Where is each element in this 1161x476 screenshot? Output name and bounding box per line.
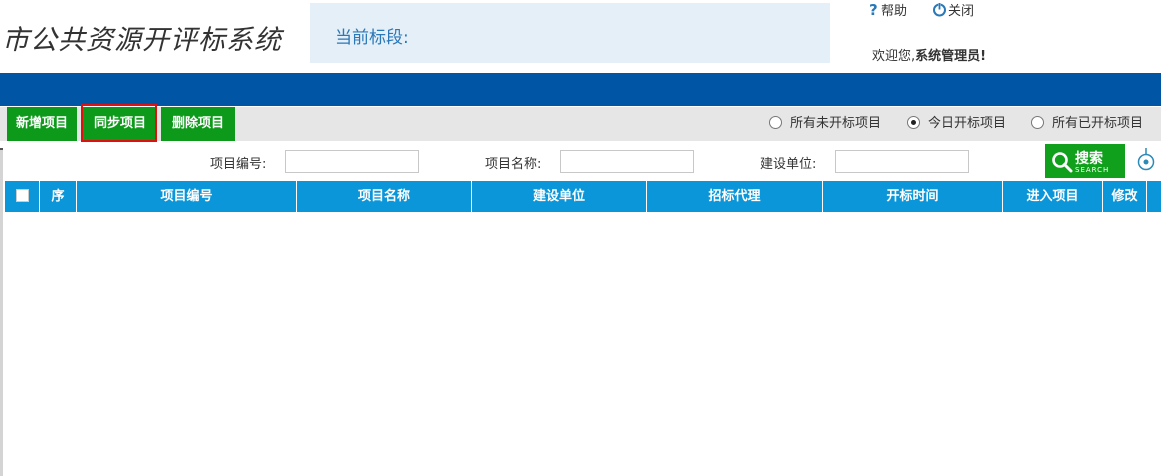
system-title: 市公共资源开评标系统 [2, 25, 282, 56]
col-project-code[interactable]: 项目编号 [77, 181, 297, 212]
col-enter-project[interactable]: 进入项目 [1003, 181, 1103, 212]
filter-all-unopened[interactable]: 所有未开标项目 [769, 107, 881, 141]
help-label: 帮助 [881, 4, 908, 19]
search-button-label: 搜索 [1075, 151, 1103, 167]
current-stage-label: 当前标段: [335, 28, 409, 48]
construction-unit-label: 建设单位: [760, 157, 817, 172]
add-project-button[interactable]: 新增项目 [7, 107, 77, 141]
search-button-sublabel: SEARCH [1075, 166, 1110, 174]
col-opening-time[interactable]: 开标时间 [823, 181, 1003, 212]
current-stage-panel: 当前标段: [310, 3, 830, 63]
help-icon: ? [868, 1, 880, 21]
checkbox-icon [15, 189, 29, 202]
select-all-checkbox[interactable] [5, 181, 40, 212]
sync-project-button[interactable]: 同步项目 [83, 107, 157, 141]
filter-all-opened[interactable]: 所有已开标项目 [1031, 107, 1143, 141]
current-user: 系统管理员! [915, 49, 987, 64]
search-button[interactable]: 搜索 SEARCH [1045, 144, 1125, 178]
search-icon [1051, 151, 1073, 177]
top-header: 市公共资源开评标系统 当前标段: ? 帮助 关闭 欢迎您,系统管理员! [0, 0, 1161, 73]
close-label: 关闭 [948, 4, 975, 19]
close-link[interactable]: 关闭 [932, 0, 974, 21]
filter-label: 今日开标项目 [928, 116, 1007, 131]
project-name-label: 项目名称: [485, 157, 542, 172]
project-name-input[interactable] [560, 150, 694, 173]
col-index[interactable]: 序 [40, 181, 77, 212]
search-row: 项目编号: 项目名称: 建设单位: 搜索 SEARCH [0, 143, 1161, 181]
welcome-prefix: 欢迎您, [872, 49, 916, 64]
radio-unselected-icon [1031, 116, 1044, 129]
nav-bar [0, 73, 1161, 106]
filter-label: 所有已开标项目 [1052, 116, 1144, 131]
project-code-label: 项目编号: [210, 157, 267, 172]
target-icon[interactable] [1136, 148, 1156, 180]
radio-unselected-icon [769, 116, 782, 129]
project-code-input[interactable] [285, 150, 419, 173]
delete-project-button[interactable]: 删除项目 [161, 107, 235, 141]
filter-today-opening[interactable]: 今日开标项目 [907, 107, 1006, 141]
grid-header: 序 项目编号 项目名称 建设单位 招标代理 开标时间 进入项目 修改 [5, 181, 1161, 212]
col-construction-unit[interactable]: 建设单位 [472, 181, 647, 212]
col-edit[interactable]: 修改 [1103, 181, 1147, 212]
svg-text:?: ? [869, 2, 878, 17]
left-scroll-edge [0, 150, 3, 476]
construction-unit-input[interactable] [835, 150, 969, 173]
col-bid-agent[interactable]: 招标代理 [647, 181, 823, 212]
radio-selected-icon [907, 116, 920, 129]
filter-label: 所有未开标项目 [790, 116, 882, 131]
toolbar: 新增项目 同步项目 删除项目 所有未开标项目 今日开标项目 所有已开标项目 [0, 107, 1161, 141]
welcome-text: 欢迎您,系统管理员! [872, 45, 986, 64]
help-link[interactable]: ? 帮助 [868, 0, 907, 21]
power-icon [932, 2, 947, 21]
col-project-name[interactable]: 项目名称 [297, 181, 472, 212]
